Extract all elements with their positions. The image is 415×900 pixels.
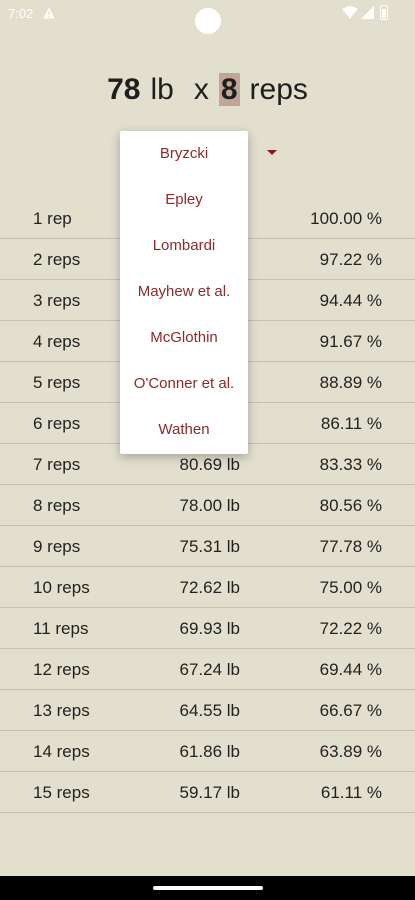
row-percent: 66.67 %: [319, 701, 382, 720]
row-reps: 5 reps: [33, 373, 81, 392]
row-weight: 69.93 lb: [179, 619, 241, 638]
row-reps: 11 reps: [33, 619, 89, 638]
row-weight: 75.31 lb: [179, 537, 241, 556]
navigation-bar: [0, 876, 415, 900]
row-reps: 10 reps: [33, 578, 90, 597]
row-reps: 2 reps: [33, 250, 81, 269]
row-percent: 94.44 %: [319, 291, 382, 310]
row-percent: 80.56 %: [319, 496, 382, 515]
row-reps: 13 reps: [33, 701, 90, 720]
home-indicator[interactable]: [153, 886, 263, 890]
reps-unit: reps: [249, 73, 308, 106]
row-weight: 64.55 lb: [179, 701, 241, 720]
formula-option-lombardi[interactable]: Lombardi: [120, 223, 248, 269]
times-sign: x: [193, 73, 209, 106]
row-reps: 6 reps: [33, 414, 81, 433]
row-weight: 78.00 lb: [179, 496, 241, 515]
formula-option-epley[interactable]: Epley: [120, 177, 248, 223]
formula-option-oconner[interactable]: O'Conner et al.: [120, 361, 248, 407]
row-percent: 63.89 %: [319, 742, 382, 761]
table-row: 8 reps 78.00 lb 80.56 %: [0, 485, 415, 526]
row-reps: 3 reps: [33, 291, 81, 310]
reps-input[interactable]: 8: [218, 73, 240, 106]
one-rep-input: 78 lb x 8 reps: [0, 68, 415, 112]
table-row: 15 reps 59.17 lb 61.11 %: [0, 772, 415, 813]
table-row: 10 reps 72.62 lb 75.00 %: [0, 567, 415, 608]
row-reps: 1 rep: [33, 209, 72, 228]
table-row: 13 reps 64.55 lb 66.67 %: [0, 690, 415, 731]
signal-icon: [361, 6, 374, 19]
camera-cutout: [195, 8, 221, 34]
weight-input[interactable]: 78: [107, 73, 140, 106]
row-weight: 72.62 lb: [179, 578, 241, 597]
row-reps: 7 reps: [33, 455, 81, 474]
row-weight: 67.24 lb: [179, 660, 241, 679]
row-percent: 88.89 %: [319, 373, 382, 392]
row-weight: 61.86 lb: [179, 742, 241, 761]
row-percent: 91.67 %: [319, 332, 382, 351]
formula-dropdown-menu: Bryzcki Epley Lombardi Mayhew et al. McG…: [120, 131, 248, 454]
row-percent: 100.00 %: [310, 209, 382, 228]
chevron-down-icon[interactable]: [267, 150, 277, 155]
row-percent: 86.11 %: [320, 414, 382, 433]
row-percent: 75.00 %: [319, 578, 382, 597]
row-percent: 97.22 %: [319, 250, 382, 269]
alert-icon: [43, 7, 55, 19]
weight-unit: lb: [150, 73, 174, 106]
row-percent: 77.78 %: [319, 537, 382, 556]
table-row: 11 reps 69.93 lb 72.22 %: [0, 608, 415, 649]
row-percent: 83.33 %: [319, 455, 382, 474]
status-time: 7:02: [8, 6, 34, 21]
row-weight: 80.69 lb: [179, 455, 241, 474]
row-percent: 69.44 %: [319, 660, 382, 679]
status-bar: 7:02: [0, 0, 415, 34]
wifi-icon: [342, 6, 358, 19]
row-weight: 59.17 lb: [179, 783, 241, 802]
formula-option-mayhew[interactable]: Mayhew et al.: [120, 269, 248, 315]
row-percent: 72.22 %: [319, 619, 382, 638]
table-row: 14 reps 61.86 lb 63.89 %: [0, 731, 415, 772]
formula-option-wathen[interactable]: Wathen: [120, 407, 248, 453]
row-percent: 61.11 %: [320, 783, 382, 802]
row-reps: 14 reps: [33, 742, 90, 761]
table-row: 12 reps 67.24 lb 69.44 %: [0, 649, 415, 690]
formula-option-bryzcki[interactable]: Bryzcki: [120, 131, 248, 177]
row-reps: 12 reps: [33, 660, 90, 679]
row-reps: 8 reps: [33, 496, 81, 515]
row-reps: 9 reps: [33, 537, 81, 556]
row-reps: 15 reps: [33, 783, 90, 802]
table-row: 9 reps 75.31 lb 77.78 %: [0, 526, 415, 567]
formula-option-mcglothin[interactable]: McGlothin: [120, 315, 248, 361]
battery-icon: [380, 5, 388, 20]
row-reps: 4 reps: [33, 332, 81, 351]
